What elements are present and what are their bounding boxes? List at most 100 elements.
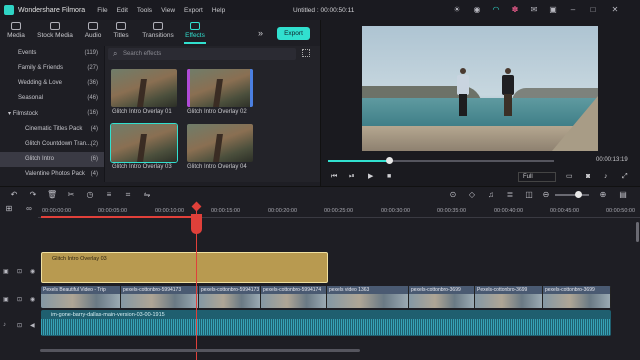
category-valentine-photos-pack[interactable]: Valentine Photos Pack (4) [0,167,104,182]
monitor-icon[interactable]: ▭ [566,173,573,181]
audio-waveform [41,319,611,335]
export-button[interactable]: Export [277,27,310,40]
delete-icon[interactable]: 🗑 [47,190,57,200]
settings-icon[interactable]: ▤ [618,190,628,200]
play-icon[interactable]: ▶ [368,173,373,181]
menu-tools[interactable]: Tools [137,7,152,14]
effect-thumbnail[interactable] [187,69,253,107]
video-clip[interactable]: pexels-cottonbro-5994174 [261,286,327,308]
audio-clip[interactable]: im-gone-barry-dallas-main-version-03-00-… [41,310,611,336]
tab-titles[interactable]: Titles [107,22,135,39]
volume-icon[interactable]: ♪ [604,173,608,181]
zoom-in-icon[interactable]: ⊕ [598,190,608,200]
search-effects-input[interactable]: ⌕ Search effects [108,48,296,60]
voiceover-icon[interactable]: ≣ [505,190,515,200]
eye-icon[interactable]: ◉ [30,268,35,275]
titles-icon [116,22,126,30]
eye-icon[interactable]: ◉ [30,296,35,303]
category-family-friends[interactable]: Family & Friends (27) [0,61,104,76]
video-clip[interactable]: Pexels Beautiful Video - Trip [41,286,121,308]
video-clip[interactable]: pexels video 1363 [327,286,409,308]
audio-icon [88,22,98,30]
save-icon[interactable]: ▣ [548,5,558,15]
menu-view[interactable]: View [161,7,175,14]
effect-clip[interactable]: Glitch Intro Overlay 03 [41,252,328,283]
lock-icon[interactable]: ⊡ [17,322,22,329]
split-audio-icon[interactable]: ⇋ [142,190,152,200]
marker-icon[interactable]: ◫ [524,190,534,200]
tab-transitions[interactable]: Transitions [138,22,178,39]
effect-thumbnail[interactable] [187,124,253,162]
menu-edit[interactable]: Edit [117,7,128,14]
video-clip[interactable]: pexels-cottonbro-5994173 [121,286,199,308]
category-cinematic-titles-pack[interactable]: Cinematic Titles Pack (4) [0,122,104,137]
tab-effects[interactable]: Effects [180,22,210,44]
stop-icon[interactable]: ■ [387,173,391,181]
menu-help[interactable]: Help [212,7,225,14]
menu-export[interactable]: Export [184,7,203,14]
video-track: Pexels Beautiful Video - Trip pexels-cot… [41,286,611,308]
stock-media-icon [50,22,60,30]
zoom-slider[interactable] [555,191,589,198]
category-seasonal[interactable]: Seasonal (46) [0,91,104,106]
ruler-label: 00:00:20:00 [268,208,298,214]
zoom-slider-handle[interactable] [575,191,582,198]
close-icon[interactable]: ✕ [610,5,620,15]
video-clip[interactable]: pexels-cottonbro-3699 [543,286,611,308]
cut-icon[interactable]: ✂ [66,190,76,200]
preview-progress-bar[interactable] [328,157,554,164]
tab-media[interactable]: Media [2,22,30,39]
vertical-scrollbar[interactable] [636,222,639,242]
headset-icon[interactable]: ◠ [491,5,501,15]
adjust-icon[interactable]: ≡ [104,190,114,200]
fullscreen-icon[interactable]: ⤢ [622,173,628,181]
speaker-icon[interactable]: ◀ [30,322,35,329]
maximize-icon[interactable]: □ [588,5,598,15]
redo-icon[interactable]: ↷ [28,190,38,200]
render-icon[interactable]: ⊙ [448,190,458,200]
menu-file[interactable]: File [97,7,107,14]
scrub-handle[interactable] [386,157,394,164]
account-icon[interactable]: ◉ [472,5,482,15]
previous-frame-icon[interactable]: ⏮ [331,173,337,181]
category-filmstock[interactable]: ▾ Filmstock (16) [0,106,104,121]
microphone-icon[interactable]: ♫ [486,190,496,200]
grid-view-icon[interactable] [302,49,310,57]
playhead-scissors-icon[interactable] [191,214,202,234]
play-pause-icon[interactable]: ⏯ [349,173,355,181]
category-glitch-intro[interactable]: Glitch Intro (6) [0,152,104,167]
audio-clip-label: im-gone-barry-dallas-main-version-03-00-… [51,312,165,318]
zoom-out-icon[interactable]: ⊖ [541,190,551,200]
speed-icon[interactable]: ◷ [85,190,95,200]
category-wedding-love[interactable]: Wedding & Love (36) [0,76,104,91]
undo-icon[interactable]: ↶ [9,190,19,200]
category-glitch-countdown[interactable]: Glitch Countdown Tran... (2) [0,137,104,152]
video-clip[interactable]: pexels-cottonbro-5994173 [199,286,261,308]
video-clip[interactable]: pexels-cottonbro-3699 [409,286,475,308]
quality-dropdown[interactable]: Full [518,172,556,182]
tab-audio[interactable]: Audio [79,22,107,39]
preview-video [362,26,598,151]
filmora-logo-icon [4,5,14,15]
snapshot-icon[interactable]: ◙ [586,173,590,181]
horizontal-scrollbar[interactable] [40,349,360,352]
ruler-label: 00:00:15:00 [211,208,241,214]
library-tabs: Media Stock Media Audio Titles Transitio… [0,20,320,44]
add-track-icon[interactable]: ⊞ [4,204,14,214]
gift-icon[interactable]: ✽ [510,5,520,15]
sun-icon[interactable]: ☀ [452,5,462,15]
category-events[interactable]: Events (119) [0,46,104,61]
effect-thumbnail[interactable] [110,123,178,163]
crop-icon[interactable]: ⌗ [123,190,133,200]
tab-stock-media[interactable]: Stock Media [36,22,74,39]
minimize-icon[interactable]: – [568,5,578,15]
lock-icon[interactable]: ⊡ [17,296,22,303]
lock-icon[interactable]: ⊡ [17,268,22,275]
shield-icon[interactable]: ◇ [467,190,477,200]
link-icon[interactable]: ∞ [24,204,34,214]
more-tabs-icon[interactable]: » [258,29,263,38]
effect-thumbnail[interactable] [111,69,177,107]
effect-label: Glitch Intro Overlay 03 [112,164,172,170]
mail-icon[interactable]: ✉ [529,5,539,15]
video-clip[interactable]: Pexels-cottonbro-3699 [475,286,543,308]
